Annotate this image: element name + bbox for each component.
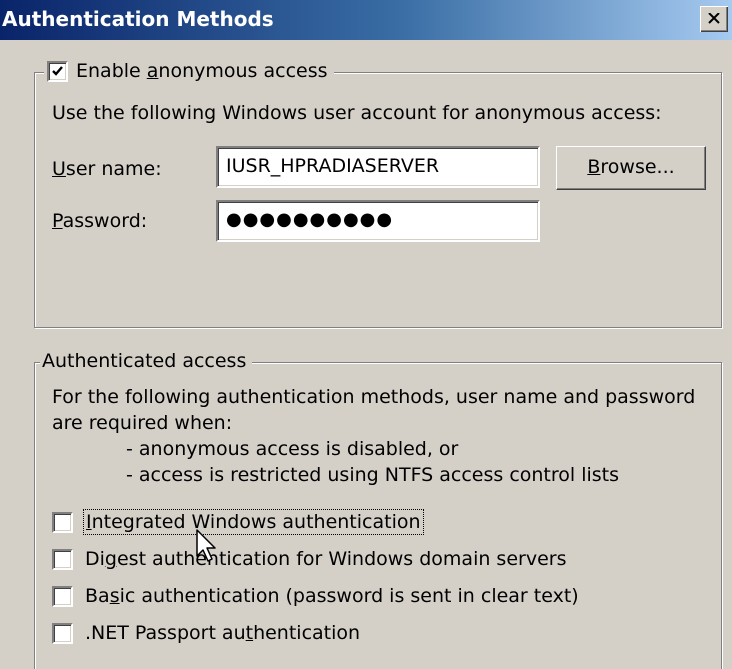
username-input[interactable]: IUSR_HPRADIASERVER (216, 146, 540, 188)
authenticated-description-line2: are required when: (52, 412, 233, 434)
enable-anonymous-label: Enable anonymous access (76, 60, 328, 82)
digest-auth-row[interactable]: Digest authentication for Windows domain… (52, 548, 566, 570)
enable-anonymous-checkbox-row[interactable]: Enable anonymous access (44, 60, 334, 82)
mouse-cursor-icon (196, 529, 216, 562)
passport-auth-row[interactable]: .NET Passport authentication (52, 622, 360, 644)
passport-auth-checkbox[interactable] (52, 622, 73, 644)
basic-auth-checkbox[interactable] (52, 585, 73, 607)
title-bar: Authentication Methods (0, 0, 732, 40)
authenticated-description-line1: For the following authentication methods… (52, 386, 696, 408)
close-button[interactable] (700, 6, 728, 32)
integrated-windows-auth-row[interactable]: Integrated Windows authentication (52, 509, 424, 535)
anonymous-description: Use the following Windows user account f… (52, 102, 662, 124)
condition-anonymous-disabled: - anonymous access is disabled, or (126, 438, 459, 460)
passport-auth-label: .NET Passport authentication (85, 622, 361, 644)
basic-auth-label: Basic authentication (password is sent i… (85, 585, 579, 607)
password-label: Password: (52, 210, 148, 232)
digest-auth-label: Digest authentication for Windows domain… (85, 548, 567, 570)
integrated-windows-auth-checkbox[interactable] (52, 511, 73, 533)
username-label: User name: (52, 158, 162, 180)
browse-button[interactable]: Browse... (556, 146, 706, 190)
integrated-windows-auth-label: Integrated Windows authentication (83, 509, 424, 535)
password-input[interactable]: ●●●●●●●●●● (216, 200, 540, 242)
checkmark-icon (52, 65, 63, 76)
condition-ntfs-restricted: - access is restricted using NTFS access… (126, 464, 620, 486)
close-x-icon (708, 13, 720, 24)
digest-auth-checkbox[interactable] (52, 548, 73, 570)
authenticated-access-legend: Authenticated access (40, 350, 253, 372)
window-title: Authentication Methods (2, 7, 274, 31)
basic-auth-row[interactable]: Basic authentication (password is sent i… (52, 585, 579, 607)
enable-anonymous-checkbox[interactable] (47, 60, 68, 82)
